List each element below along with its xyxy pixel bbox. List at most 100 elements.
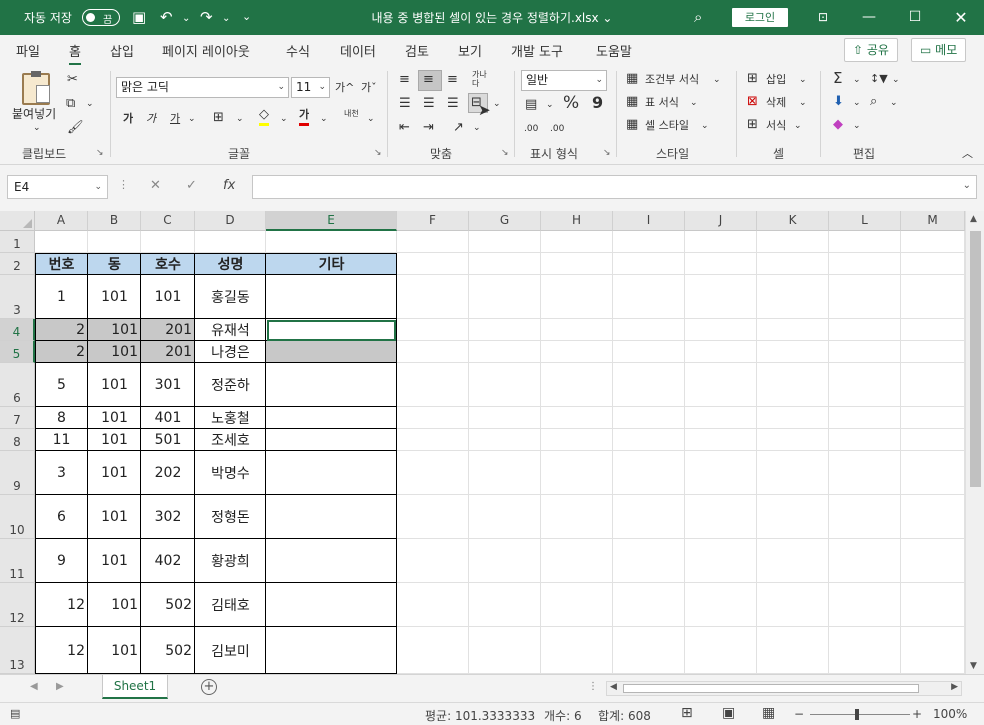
collapse-ribbon-icon[interactable]: ︿ [962, 145, 973, 163]
sheet-prev-icon[interactable]: ◀ [30, 681, 38, 692]
column-header[interactable]: C [141, 211, 195, 231]
table-cell[interactable]: 501 [141, 429, 195, 451]
autosave-toggle[interactable]: 끔 [82, 9, 120, 26]
font-color-dropdown-icon[interactable]: ⌄ [320, 110, 328, 128]
undo-dropdown-icon[interactable]: ⌄ [182, 9, 190, 29]
scroll-right-icon[interactable]: ▶ [951, 682, 958, 692]
column-header[interactable]: K [757, 211, 829, 231]
tab-home[interactable]: 홈 [69, 41, 81, 65]
tab-insert[interactable]: 삽입 [110, 41, 134, 60]
decrease-indent-icon[interactable]: ⇤ [399, 119, 410, 137]
conditional-format-button[interactable]: 조건부 서식 [645, 71, 699, 89]
align-left-icon[interactable]: ☰ [399, 95, 411, 113]
table-cell[interactable]: 101 [88, 429, 141, 451]
table-cell[interactable]: 조세호 [195, 429, 266, 451]
row-header[interactable]: 7 [0, 407, 35, 429]
accounting-icon[interactable]: ▤ [525, 96, 537, 114]
page-break-view-icon[interactable]: ▦ [762, 705, 775, 721]
format-table-icon[interactable]: ▦ [626, 93, 638, 111]
zoom-slider[interactable] [810, 714, 910, 715]
paste-icon[interactable] [22, 71, 50, 105]
table-cell[interactable] [266, 451, 397, 495]
redo-dropdown-icon[interactable]: ⌄ [222, 9, 230, 29]
customize-icon[interactable]: ⌄ [242, 7, 251, 27]
format-table-button[interactable]: 표 서식 [645, 94, 679, 112]
font-launcher-icon[interactable]: ↘ [374, 148, 382, 158]
scroll-up-icon[interactable]: ▲ [970, 214, 977, 224]
table-cell[interactable]: 나경은 [195, 341, 266, 363]
table-cell[interactable] [266, 627, 397, 674]
column-header[interactable]: H [541, 211, 613, 231]
conditional-dropdown-icon[interactable]: ⌄ [713, 71, 721, 89]
font-color-icon[interactable]: 가 [299, 107, 310, 126]
login-button[interactable]: 로그인 [732, 8, 788, 27]
vertical-scroll-thumb[interactable] [970, 231, 981, 487]
table-cell[interactable]: 1 [35, 275, 88, 319]
table-cell[interactable]: 정형돈 [195, 495, 266, 539]
table-cell[interactable]: 202 [141, 451, 195, 495]
table-cell[interactable]: 401 [141, 407, 195, 429]
zoom-level[interactable]: 100% [933, 707, 967, 721]
table-cell[interactable] [266, 495, 397, 539]
row-header[interactable]: 6 [0, 363, 35, 407]
delete-cells-icon[interactable]: ⊠ [747, 93, 758, 111]
table-cell[interactable]: 홍길동 [195, 275, 266, 319]
close-icon[interactable]: ✕ [938, 0, 984, 35]
expand-formula-icon[interactable]: ⌄ [963, 180, 971, 191]
bold-icon[interactable]: 가 [123, 110, 133, 128]
row-header[interactable]: 9 [0, 451, 35, 495]
find-select-icon[interactable]: ⌕ [870, 93, 877, 111]
tab-review[interactable]: 검토 [405, 41, 429, 60]
font-name-combo[interactable]: 맑은 고딕 ⌄ [116, 77, 289, 98]
row-header[interactable]: 4 [0, 319, 35, 341]
sheet-next-icon[interactable]: ▶ [56, 681, 64, 692]
table-cell[interactable]: 2 [35, 319, 88, 341]
table-cell[interactable]: 9 [35, 539, 88, 583]
table-cell[interactable]: 박명수 [195, 451, 266, 495]
number-format-combo[interactable]: 일반 ⌄ [521, 70, 607, 91]
align-right-icon[interactable]: ☰ [447, 95, 459, 113]
table-cell[interactable]: 6 [35, 495, 88, 539]
page-layout-view-icon[interactable]: ▣ [722, 705, 735, 721]
table-cell[interactable]: 101 [88, 451, 141, 495]
row-header[interactable]: 11 [0, 539, 35, 583]
name-box[interactable]: E4 ⌄ [7, 175, 108, 199]
table-cell[interactable] [266, 583, 397, 627]
delete-dropdown-icon[interactable]: ⌄ [799, 94, 807, 112]
enter-icon[interactable]: ✓ [186, 178, 197, 193]
copy-icon[interactable]: ⧉ [66, 95, 75, 113]
decrease-decimal-icon[interactable]: .00 [550, 120, 564, 138]
table-cell[interactable]: 12 [35, 627, 88, 674]
normal-view-icon[interactable]: ⊞ [681, 705, 693, 721]
column-header[interactable]: A [35, 211, 88, 231]
align-center-icon[interactable]: ☰ [423, 95, 435, 113]
fill-dropdown-icon[interactable]: ⌄ [853, 94, 861, 112]
memo-button[interactable]: ▭ 메모 [911, 38, 967, 62]
column-header[interactable]: I [613, 211, 685, 231]
horizontal-scroll-thumb[interactable] [623, 684, 919, 693]
cell-styles-dropdown-icon[interactable]: ⌄ [701, 117, 709, 135]
row-header[interactable]: 2 [0, 253, 35, 275]
sheet-tab-sheet1[interactable]: Sheet1 [102, 675, 168, 699]
header-cell[interactable]: 번호 [35, 253, 88, 275]
table-cell[interactable]: 101 [88, 539, 141, 583]
tab-view[interactable]: 보기 [458, 41, 482, 60]
scroll-left-icon[interactable]: ◀ [610, 682, 617, 692]
format-table-dropdown-icon[interactable]: ⌄ [690, 94, 698, 112]
save-icon[interactable]: ▣ [132, 7, 146, 27]
table-cell[interactable]: 101 [88, 495, 141, 539]
percent-icon[interactable]: % [563, 94, 579, 112]
cell-styles-button[interactable]: 셀 스타일 [645, 117, 689, 135]
row-header[interactable]: 13 [0, 627, 35, 674]
table-cell[interactable]: 502 [141, 627, 195, 674]
zoom-in-icon[interactable]: + [912, 707, 922, 721]
tab-developer[interactable]: 개발 도구 [511, 41, 563, 60]
table-cell[interactable]: 노홍철 [195, 407, 266, 429]
table-cell[interactable]: 8 [35, 407, 88, 429]
row-header[interactable]: 8 [0, 429, 35, 451]
fill-color-icon[interactable]: ◇ [259, 107, 269, 126]
table-cell[interactable]: 302 [141, 495, 195, 539]
table-cell[interactable]: 201 [141, 319, 195, 341]
column-header[interactable]: D [195, 211, 266, 231]
tab-formulas[interactable]: 수식 [286, 41, 310, 60]
